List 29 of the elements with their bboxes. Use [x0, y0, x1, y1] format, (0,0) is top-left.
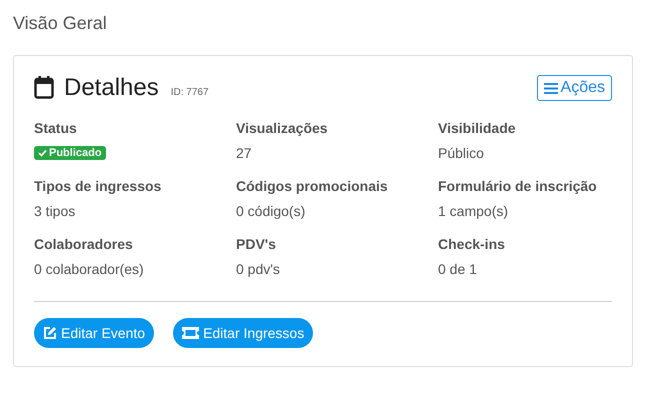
field-label: Visualizações — [236, 120, 328, 136]
field-label: PDV's — [236, 236, 276, 252]
field-label: Colaboradores — [34, 236, 133, 252]
field-value: 0 de 1 — [438, 261, 477, 277]
field-value: 0 código(s) — [236, 203, 306, 219]
field-value: 27 — [236, 145, 252, 161]
check-icon — [38, 149, 47, 157]
field-value: 0 pdv's — [236, 261, 280, 277]
field-label: Check-ins — [438, 236, 505, 252]
card-title: Detalhes — [64, 74, 159, 102]
event-id: ID: 7767 — [170, 86, 209, 98]
field-value: 0 colaborador(es) — [34, 261, 144, 277]
page-title: Visão Geral — [13, 12, 108, 35]
actions-button[interactable]: Ações — [536, 75, 612, 101]
edit-event-button[interactable]: Editar Evento — [34, 318, 154, 348]
ticket-icon — [182, 327, 200, 339]
calendar-icon — [34, 75, 54, 99]
edit-tickets-button[interactable]: Editar Ingressos — [173, 318, 314, 348]
field-label: Formulário de inscrição — [438, 178, 597, 194]
menu-icon — [544, 82, 558, 94]
field-label: Status — [34, 120, 77, 136]
field-value: Público — [438, 145, 484, 161]
field-label: Tipos de ingressos — [34, 178, 162, 194]
field-value: 3 tipos — [34, 203, 76, 219]
field-label: Códigos promocionais — [236, 178, 388, 194]
field-label: Visibilidade — [438, 120, 516, 136]
status-badge: Publicado — [34, 146, 106, 160]
edit-icon — [43, 326, 57, 340]
field-value: 1 campo(s) — [438, 203, 508, 219]
